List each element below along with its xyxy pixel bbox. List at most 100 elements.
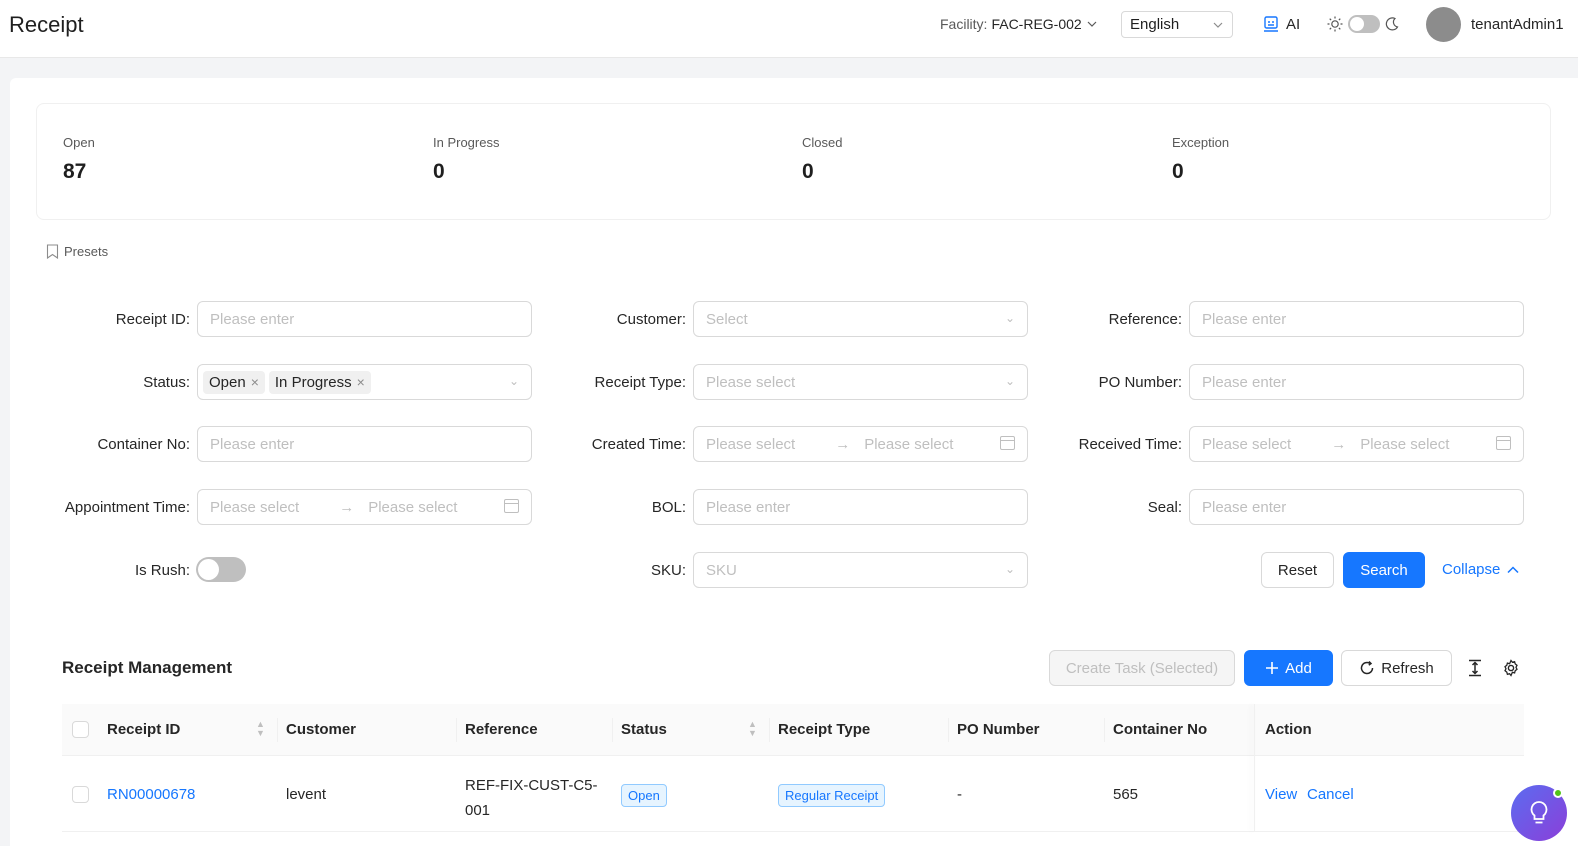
close-icon[interactable]: × <box>251 374 259 390</box>
range-start[interactable]: Please select <box>210 499 299 516</box>
receipt-type-select[interactable]: Please select ⌄ <box>693 364 1028 400</box>
cancel-link[interactable]: Cancel <box>1307 786 1354 803</box>
top-bar: Receipt Facility: FAC-REG-002 English AI… <box>0 0 1578 58</box>
receipt-id-input[interactable]: Please enter <box>197 301 532 337</box>
robot-icon <box>1264 16 1278 32</box>
theme-toggle[interactable] <box>1348 15 1380 33</box>
po-number-cell: - <box>957 786 962 803</box>
customer-select[interactable]: Select ⌄ <box>693 301 1028 337</box>
collapse-button[interactable]: Collapse <box>1442 561 1520 578</box>
stat-value: 0 <box>802 160 814 183</box>
col-po-number: PO Number <box>957 721 1040 738</box>
col-customer: Customer <box>286 721 357 738</box>
facility-selector[interactable]: Facility: FAC-REG-002 <box>940 16 1098 32</box>
section-title: Receipt Management <box>62 658 233 677</box>
language-select[interactable]: English <box>1121 11 1233 38</box>
appointment-time-range[interactable]: Please select → Please select <box>197 489 532 525</box>
status-select[interactable]: Open × In Progress × ⌄ <box>197 364 532 400</box>
reference-line: 001 <box>465 802 491 819</box>
receipt-type-label: Receipt Type: <box>594 374 686 391</box>
sku-select[interactable]: SKU ⌄ <box>693 552 1028 588</box>
reset-button[interactable]: Reset <box>1261 552 1334 588</box>
range-start[interactable]: Please select <box>1202 436 1291 453</box>
bol-input[interactable]: Please enter <box>693 489 1028 525</box>
container-no-cell: 565 <box>1113 786 1139 803</box>
chevron-down-icon: ⌄ <box>1004 374 1015 388</box>
avatar[interactable] <box>1426 7 1461 42</box>
range-end[interactable]: Please select <box>1360 436 1449 453</box>
stat-value: 0 <box>433 160 445 183</box>
receipt-id-link[interactable]: RN00000678 <box>107 786 195 803</box>
col-receipt-type: Receipt Type <box>778 721 871 738</box>
arrow-right-icon: → <box>1331 435 1347 453</box>
bookmark-icon <box>46 244 59 259</box>
table-header: Receipt ID ▲ ▼ Customer Reference Status … <box>62 704 1524 756</box>
close-icon[interactable]: × <box>357 374 365 390</box>
range-start[interactable]: Please select <box>706 436 795 453</box>
po-number-label: PO Number: <box>1098 374 1182 391</box>
calendar-icon <box>504 499 519 513</box>
stat-exception[interactable]: Exception 0 <box>1172 135 1229 184</box>
sort-icon[interactable]: ▲ ▼ <box>256 720 265 738</box>
range-end[interactable]: Please select <box>864 436 953 453</box>
fixed-column-divider <box>1254 704 1255 832</box>
presets-button[interactable]: Presets <box>46 244 108 259</box>
main-content: Open 87 In Progress 0 Closed 0 Exception… <box>10 78 1578 846</box>
status-label: Status: <box>143 374 190 391</box>
po-number-input[interactable]: Please enter <box>1189 364 1524 400</box>
add-button[interactable]: Add <box>1244 650 1333 686</box>
col-action: Action <box>1265 721 1312 738</box>
received-time-label: Received Time: <box>1078 436 1182 453</box>
received-time-range[interactable]: Please select → Please select <box>1189 426 1524 462</box>
col-receipt-id[interactable]: Receipt ID <box>107 721 180 738</box>
stat-value: 0 <box>1172 160 1184 183</box>
bol-label: BOL: <box>651 499 686 516</box>
chevron-up-icon <box>1507 565 1519 573</box>
add-label: Add <box>1285 659 1312 677</box>
sort-icon[interactable]: ▲ ▼ <box>748 720 757 738</box>
status-badge: Open <box>621 784 667 807</box>
stat-in-progress[interactable]: In Progress 0 <box>433 135 499 184</box>
ai-button[interactable]: AI <box>1262 15 1300 33</box>
username[interactable]: tenantAdmin1 <box>1471 16 1564 33</box>
stat-label: Exception <box>1172 135 1230 150</box>
create-task-button[interactable]: Create Task (Selected) <box>1049 650 1235 686</box>
ai-label: AI <box>1286 15 1301 33</box>
stat-open[interactable]: Open 87 <box>63 135 95 184</box>
is-rush-label: Is Rush: <box>134 562 190 579</box>
is-rush-switch[interactable] <box>196 557 246 582</box>
refresh-icon <box>1360 660 1374 675</box>
stat-label: Open <box>63 135 95 150</box>
col-status[interactable]: Status <box>621 721 667 738</box>
search-button[interactable]: Search <box>1343 552 1425 588</box>
sku-label: SKU: <box>650 562 686 579</box>
calendar-icon <box>1000 436 1015 450</box>
created-time-label: Created Time: <box>591 436 686 453</box>
select-all-checkbox[interactable] <box>72 721 89 738</box>
container-no-input[interactable]: Please enter <box>197 426 532 462</box>
column-height-icon[interactable] <box>1467 659 1483 677</box>
receipt-id-label: Receipt ID: <box>115 311 190 328</box>
view-link[interactable]: View <box>1265 786 1297 803</box>
online-indicator <box>1553 788 1563 798</box>
range-end[interactable]: Please select <box>368 499 457 516</box>
status-tag-in-progress: In Progress × <box>268 370 371 394</box>
collapse-label: Collapse <box>1442 561 1501 578</box>
refresh-label: Refresh <box>1381 659 1434 677</box>
presets-label: Presets <box>64 244 109 259</box>
row-checkbox[interactable] <box>72 786 89 803</box>
stat-closed[interactable]: Closed 0 <box>802 135 842 184</box>
col-reference: Reference <box>465 721 538 738</box>
created-time-range[interactable]: Please select → Please select <box>693 426 1028 462</box>
theme-switcher[interactable] <box>1326 15 1400 33</box>
sun-icon <box>1327 16 1343 32</box>
reference-input[interactable]: Please enter <box>1189 301 1524 337</box>
seal-input[interactable]: Please enter <box>1189 489 1524 525</box>
customer-cell: levent <box>286 786 327 803</box>
container-no-label: Container No: <box>97 436 190 453</box>
refresh-button[interactable]: Refresh <box>1341 650 1452 686</box>
reference-line: REF-FIX-CUST-C5- <box>465 777 598 794</box>
facility-value: FAC-REG-002 <box>991 16 1082 32</box>
facility-label: Facility: <box>940 16 988 32</box>
gear-icon[interactable] <box>1502 659 1520 677</box>
